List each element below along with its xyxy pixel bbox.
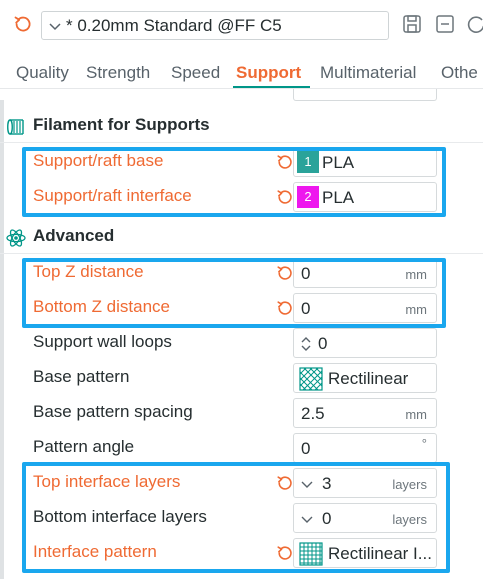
reset-arrow-icon[interactable]: [276, 544, 294, 562]
support-wall-loops-stepper[interactable]: 0: [293, 328, 437, 358]
section-title: Advanced: [33, 226, 115, 245]
setting-label: Bottom Z distance: [33, 297, 171, 316]
grid-pattern-icon: [299, 542, 323, 566]
field-value: Rectilinear: [328, 369, 409, 388]
preset-name: * 0.20mm Standard @FF C5: [66, 16, 282, 35]
reset-arrow-icon[interactable]: [276, 153, 294, 171]
base-pattern-spacing-input[interactable]: 2.5 mm: [293, 398, 437, 428]
preset-select[interactable]: * 0.20mm Standard @FF C5: [41, 11, 389, 40]
reset-arrow-icon[interactable]: [276, 264, 294, 282]
field-value: 2.5: [301, 404, 325, 423]
bottom-interface-layers-combo[interactable]: 0 layers: [293, 503, 437, 533]
field-unit: mm: [405, 267, 427, 282]
atom-icon: [6, 229, 26, 247]
field-unit: layers: [392, 477, 427, 492]
field-value: 3: [322, 474, 332, 493]
chevron-down-icon[interactable]: [300, 512, 314, 526]
tab-quality[interactable]: Quality: [16, 63, 69, 83]
setting-label: Bottom interface layers: [33, 507, 207, 526]
row-bottom-z-distance: Bottom Z distance 0 mm: [0, 291, 483, 325]
tab-others[interactable]: Othe: [441, 63, 478, 83]
save-icon[interactable]: [401, 13, 423, 35]
filament-slot-badge: 1: [297, 151, 319, 173]
spin-arrows-icon[interactable]: [299, 335, 313, 353]
setting-label: Top Z distance: [33, 262, 144, 281]
field-unit: °: [421, 436, 427, 451]
top-interface-layers-combo[interactable]: 3 layers: [293, 468, 437, 498]
field-value: 0: [322, 509, 332, 528]
row-top-interface-layers: Top interface layers 3 layers: [0, 466, 483, 500]
setting-label: Support wall loops: [33, 332, 172, 351]
minimize-icon[interactable]: [434, 13, 456, 35]
filament-spool-icon: [7, 119, 24, 135]
preset-toolbar: * 0.20mm Standard @FF C5: [0, 0, 483, 50]
reset-arrow-icon[interactable]: [276, 299, 294, 317]
filament-select[interactable]: 1 PLA: [293, 147, 437, 177]
setting-label: Support/raft base: [33, 151, 164, 170]
filament-select[interactable]: 2 PLA: [293, 182, 437, 212]
row-interface-pattern: Interface pattern Rectilinear I...: [0, 536, 483, 570]
advanced-section-header: Advanced: [5, 224, 405, 252]
tab-multimaterial[interactable]: Multimaterial: [320, 63, 416, 83]
tab-strength[interactable]: Strength: [86, 63, 150, 83]
section-title: Filament for Supports: [33, 115, 210, 134]
field-value: Rectilinear I...: [328, 544, 432, 563]
field-unit: layers: [392, 512, 427, 527]
chevron-down-icon: [49, 23, 61, 31]
reset-arrow-icon[interactable]: [276, 188, 294, 206]
field-value: 0: [318, 334, 328, 353]
bottom-z-distance-input[interactable]: 0 mm: [293, 293, 437, 323]
pattern-angle-input[interactable]: 0 °: [293, 433, 437, 463]
settings-tabs: Quality Strength Speed Support Multimate…: [0, 58, 483, 90]
setting-label: Base pattern: [33, 367, 130, 386]
tab-support[interactable]: Support: [236, 63, 301, 83]
filament-section-header: Filament for Supports: [5, 113, 405, 141]
row-pattern-angle: Pattern angle 0 °: [0, 431, 483, 465]
refresh-icon[interactable]: [465, 13, 483, 35]
filament-slot-badge: 2: [297, 186, 319, 208]
field-value: 0: [301, 299, 311, 318]
row-base-pattern: Base pattern Rectilinear: [0, 361, 483, 395]
section-divider: [0, 253, 483, 254]
filament-name: PLA: [322, 188, 355, 207]
setting-label: Pattern angle: [33, 437, 135, 456]
setting-label: Top interface layers: [33, 472, 181, 491]
filament-name: PLA: [322, 153, 355, 172]
section-divider: [0, 142, 483, 143]
row-base-pattern-spacing: Base pattern spacing 2.5 mm: [0, 396, 483, 430]
reset-arrow-icon[interactable]: [276, 474, 294, 492]
rectilinear-pattern-icon: [299, 367, 323, 391]
row-support-raft-interface: Support/raft interface 2 PLA: [0, 180, 483, 214]
setting-label: Support/raft interface: [33, 186, 192, 205]
row-top-z-distance: Top Z distance 0 mm: [0, 256, 483, 290]
row-support-raft-base: Support/raft base 1 PLA: [0, 145, 483, 179]
field-unit: mm: [405, 407, 427, 422]
field-value: 0: [301, 439, 311, 458]
top-z-distance-input[interactable]: 0 mm: [293, 258, 437, 288]
row-bottom-interface-layers: Bottom interface layers 0 layers: [0, 501, 483, 535]
row-support-wall-loops: Support wall loops 0: [0, 326, 483, 360]
chevron-down-icon[interactable]: [300, 477, 314, 491]
interface-pattern-select[interactable]: Rectilinear I...: [293, 538, 437, 568]
setting-label: Base pattern spacing: [33, 402, 193, 421]
field-value: 0: [301, 264, 311, 283]
clipped-field: [293, 89, 437, 101]
reset-arrow-icon[interactable]: [13, 14, 33, 34]
field-unit: mm: [405, 302, 427, 317]
base-pattern-select[interactable]: Rectilinear: [293, 363, 437, 393]
setting-label: Interface pattern: [33, 542, 157, 561]
tab-speed[interactable]: Speed: [171, 63, 220, 83]
